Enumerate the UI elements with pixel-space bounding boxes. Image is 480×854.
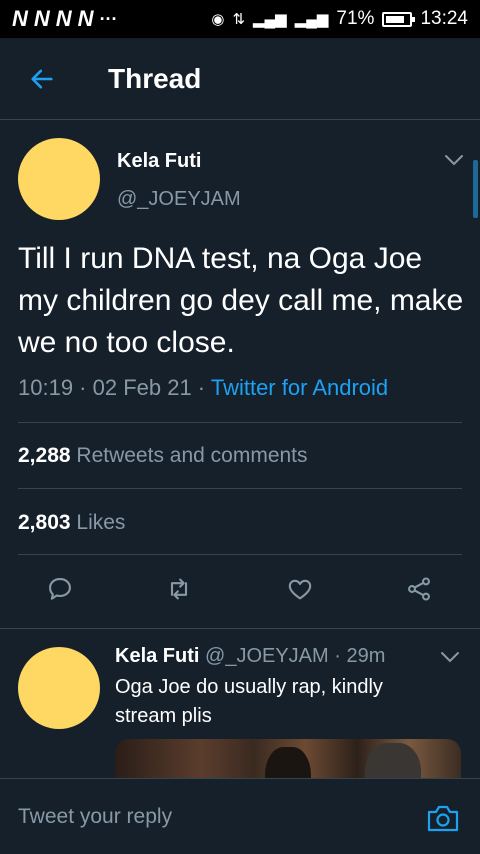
divider xyxy=(18,422,462,423)
data-transfer-icon: ⇅ xyxy=(232,11,246,28)
page-title: Thread xyxy=(108,62,202,94)
scrollbar[interactable] xyxy=(473,160,478,218)
avatar[interactable] xyxy=(18,647,100,729)
more-dots: ··· xyxy=(99,8,118,29)
comment-icon[interactable] xyxy=(46,575,74,603)
reply-handle-time: @_JOEYJAM · 29m xyxy=(205,645,386,667)
share-icon[interactable] xyxy=(405,575,433,603)
tweet-text: Till I run DNA test, na Oga Joe my child… xyxy=(18,242,464,359)
tweet-source-link[interactable]: Twitter for Android xyxy=(211,375,388,400)
reply-input[interactable]: Tweet your reply xyxy=(18,805,172,829)
carrier-n-icon: N xyxy=(55,6,72,31)
carrier-n-icon: N xyxy=(77,6,94,31)
divider xyxy=(18,488,462,489)
carrier-indicators: N N N N ··· xyxy=(12,6,118,32)
media-figure xyxy=(365,743,421,779)
signal-icon: ▂▄▆ xyxy=(253,11,287,28)
author-name[interactable]: Kela Futi xyxy=(117,150,201,173)
tweet-meta: 10:19 · 02 Feb 21 · Twitter for Android xyxy=(18,375,388,401)
author-handle[interactable]: @_JOEYJAM xyxy=(117,188,241,211)
retweet-icon[interactable] xyxy=(165,575,193,603)
battery-percent: 71% xyxy=(336,8,375,29)
header-bar: Thread xyxy=(0,38,480,120)
divider xyxy=(18,554,462,555)
clock: 13:24 xyxy=(420,8,468,29)
camera-icon[interactable] xyxy=(426,803,460,833)
battery-icon xyxy=(382,11,416,27)
media-figure xyxy=(265,747,311,779)
signal-icon: ▂▄▆ xyxy=(294,11,329,28)
reply-tweet[interactable]: Kela Futi @_JOEYJAM · 29m Oga Joe do usu… xyxy=(0,628,480,779)
chevron-down-icon[interactable] xyxy=(444,154,464,166)
reply-header: Kela Futi @_JOEYJAM · 29m xyxy=(115,645,385,668)
likes-count: 2,803 xyxy=(18,511,71,534)
avatar[interactable] xyxy=(18,138,100,220)
status-right: ◉ ⇅ ▂▄▆ ▂▄▆ 71% 13:24 xyxy=(211,8,468,30)
retweets-stat[interactable]: 2,288 Retweets and comments xyxy=(18,444,308,468)
status-bar: N N N N ··· ◉ ⇅ ▂▄▆ ▂▄▆ 71% 13:24 xyxy=(0,0,480,38)
likes-label: Likes xyxy=(76,511,126,534)
reply-compose-bar[interactable]: Tweet your reply xyxy=(0,778,480,854)
heart-icon[interactable] xyxy=(286,575,314,603)
likes-stat[interactable]: 2,803 Likes xyxy=(18,511,125,535)
reply-media-image[interactable] xyxy=(115,739,461,779)
arrow-left-icon[interactable] xyxy=(28,65,56,93)
retweets-label: Retweets and comments xyxy=(76,444,308,467)
retweets-count: 2,288 xyxy=(18,444,71,467)
tweet-timestamp: 10:19 · 02 Feb 21 · xyxy=(18,375,206,400)
reply-text: Oga Joe do usually rap, kindly stream pl… xyxy=(115,676,383,727)
tweet-actions xyxy=(0,575,480,611)
reply-author-name[interactable]: Kela Futi xyxy=(115,645,199,667)
carrier-n-icon: N xyxy=(12,6,28,31)
carrier-n-icon: N xyxy=(33,6,50,31)
data-saver-icon: ◉ xyxy=(211,11,225,28)
chevron-down-icon[interactable] xyxy=(440,651,460,663)
